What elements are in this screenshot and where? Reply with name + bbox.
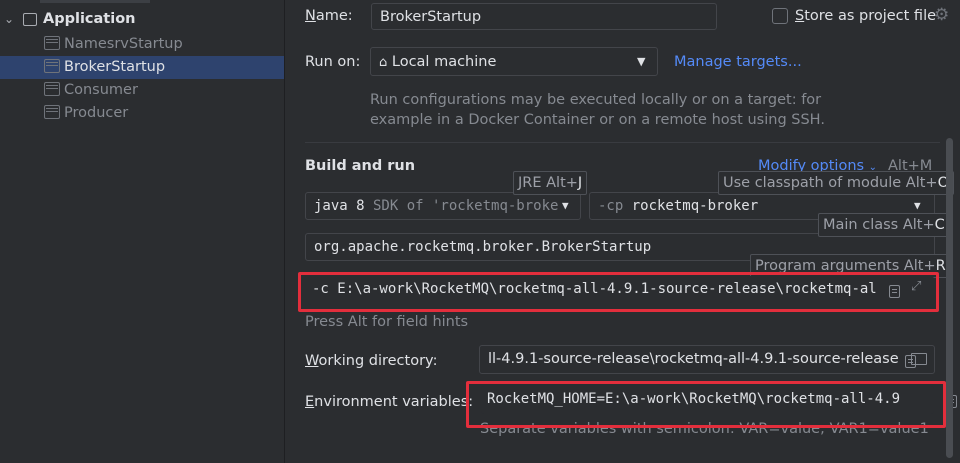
chevron-down-icon[interactable]: ⌄ xyxy=(4,8,14,31)
jdk-select[interactable]: java 8 SDK of 'rocketmq-broke ▼ xyxy=(305,192,581,220)
run-config-tree: ⌄ Application NamesrvStartup BrokerStart… xyxy=(0,0,284,463)
run-config-icon xyxy=(44,59,60,73)
jdk-module: SDK of 'rocketmq-broke xyxy=(364,198,559,214)
working-directory-value: ll-4.9.1-source-release\rocketmq-all-4.9… xyxy=(488,351,899,367)
run-on-description-line1: Run configurations may be executed local… xyxy=(370,92,822,108)
build-and-run-title: Build and run xyxy=(305,158,416,174)
tree-item-producer[interactable]: Producer xyxy=(0,102,284,125)
folder-icon[interactable] xyxy=(911,353,927,365)
tree-item-consumer[interactable]: Consumer xyxy=(0,79,284,102)
tree-item-brokerstartup[interactable]: BrokerStartup xyxy=(0,56,284,79)
chevron-down-icon: ▼ xyxy=(637,55,646,68)
checkbox-icon[interactable] xyxy=(772,8,788,24)
tree-item-label: NamesrvStartup xyxy=(64,36,183,52)
tree-item-label: BrokerStartup xyxy=(64,59,166,75)
cp-module: rocketmq-broker xyxy=(631,198,759,214)
run-config-icon xyxy=(44,105,60,119)
tree-group-label: Application xyxy=(43,11,136,27)
tree-scroll-residue xyxy=(40,0,150,3)
working-directory-label: Working directory: xyxy=(305,353,438,369)
run-on-description-line2: example in a Docker Container or on a re… xyxy=(370,112,825,128)
run-config-icon xyxy=(44,82,60,96)
hint-main-class: Main class Alt+C xyxy=(818,213,950,237)
highlight-box-program-args xyxy=(298,272,939,312)
run-config-icon xyxy=(44,36,60,50)
tree-item-label: Consumer xyxy=(64,82,138,98)
highlight-box-env-vars xyxy=(466,381,946,428)
chevron-down-icon: ▼ xyxy=(562,199,569,212)
tree-item-label: Producer xyxy=(64,105,129,121)
manage-targets-link[interactable]: Manage targets... xyxy=(674,54,802,70)
main-class-value: org.apache.rocketmq.broker.BrokerStartup xyxy=(314,239,652,255)
vertical-scrollbar[interactable] xyxy=(946,138,953,458)
tree-group-application[interactable]: ⌄ Application xyxy=(0,8,284,31)
gear-icon[interactable]: ⚙ xyxy=(934,5,949,25)
cp-flag: -cp xyxy=(598,198,632,214)
hint-jre: JRE Alt+J xyxy=(513,171,588,195)
name-label: Name: xyxy=(305,8,353,24)
run-on-select[interactable]: ⌂ Local machine ▼ xyxy=(370,47,658,76)
field-hints-note: Press Alt for field hints xyxy=(305,314,469,330)
environment-variables-label: Environment variables: xyxy=(305,394,474,410)
store-as-project-file-label[interactable]: Store as project file xyxy=(795,8,936,24)
run-on-value: Local machine xyxy=(391,54,497,70)
jdk-version: java 8 xyxy=(314,198,365,214)
section-separator xyxy=(305,142,940,143)
run-on-label: Run on: xyxy=(305,54,361,70)
working-directory-input[interactable]: ll-4.9.1-source-release\rocketmq-all-4.9… xyxy=(479,345,935,374)
hint-classpath: Use classpath of module Alt+O xyxy=(718,171,955,195)
name-input[interactable]: BrokerStartup xyxy=(371,3,717,30)
tree-item-namesrvstartup[interactable]: NamesrvStartup xyxy=(0,33,284,56)
home-icon: ⌂ xyxy=(379,55,388,70)
app-config-icon xyxy=(23,13,37,26)
